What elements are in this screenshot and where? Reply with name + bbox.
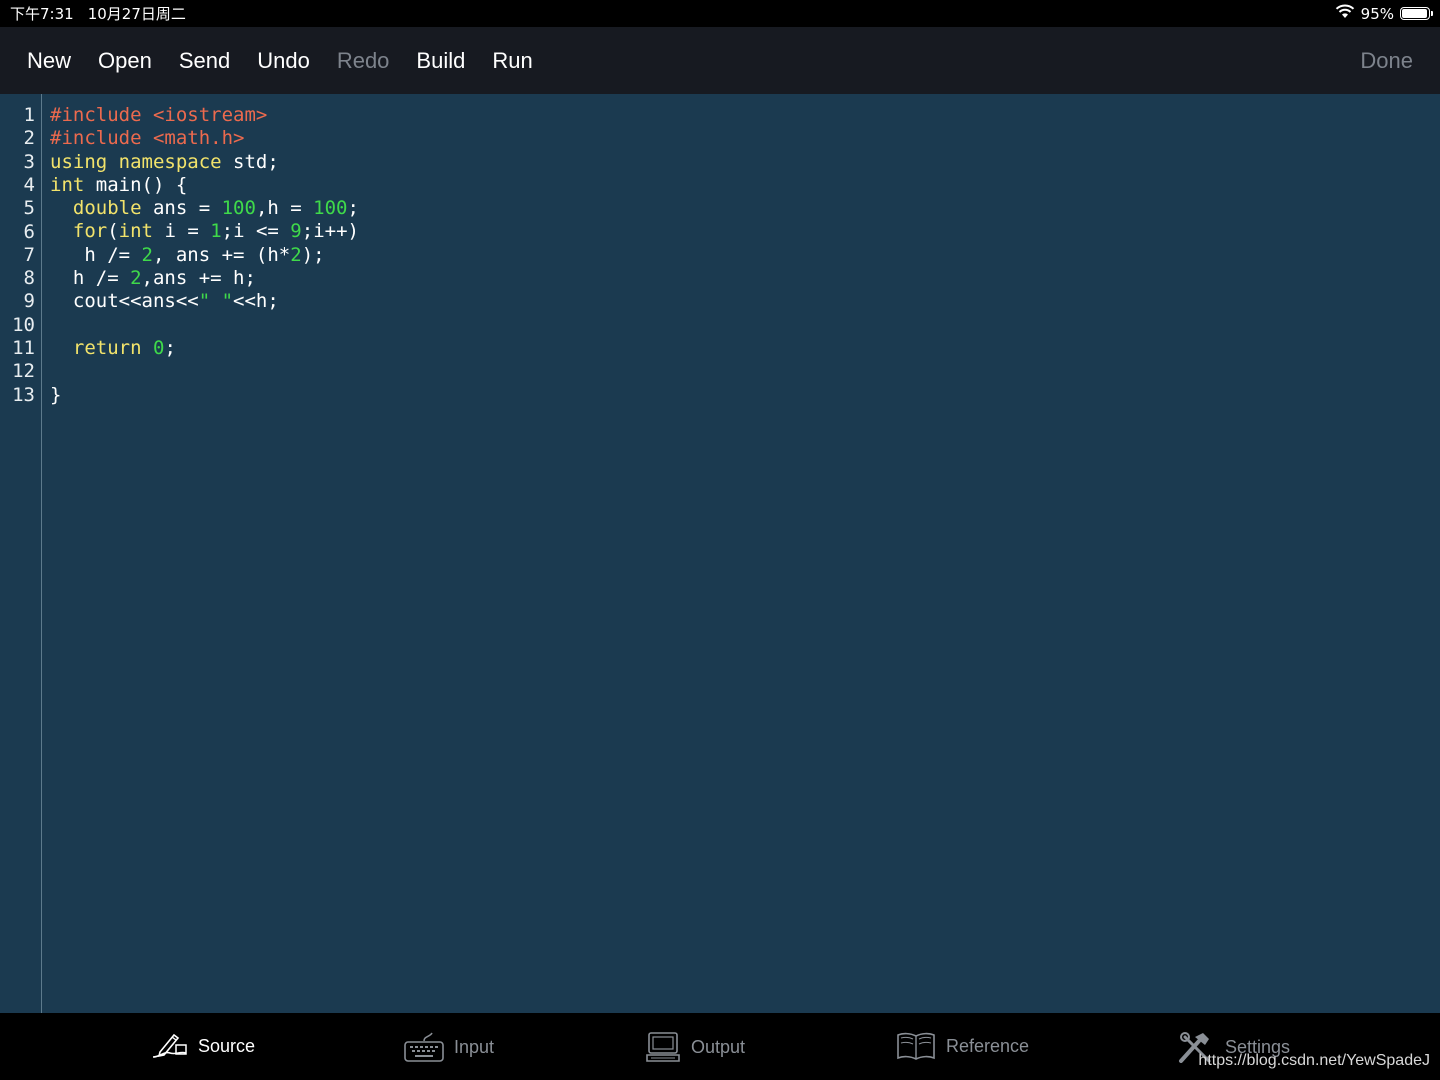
code-token: , ans += (h* xyxy=(152,243,291,266)
code-token: h /= xyxy=(50,243,142,266)
code-token: cout<<ans<< xyxy=(50,290,199,313)
code-token: 100 xyxy=(221,197,256,220)
code-line[interactable]: #include <math.h> xyxy=(50,127,359,150)
code-token: ; xyxy=(347,197,359,220)
code-token: h /= xyxy=(50,267,131,290)
code-line[interactable]: return 0; xyxy=(50,337,359,360)
book-icon xyxy=(896,1031,936,1061)
code-token: #include <iostream> xyxy=(50,104,268,126)
code-token: ,ans += h; xyxy=(141,267,256,290)
code-token: ;i <= xyxy=(221,220,291,243)
line-number: 4 xyxy=(23,173,35,196)
line-number: 8 xyxy=(23,267,35,290)
code-line[interactable]: h /= 2, ans += (h*2); xyxy=(50,244,359,267)
watermark-url: https://blog.csdn.net/YewSpadeJ xyxy=(1198,1052,1430,1069)
battery-icon xyxy=(1400,7,1433,20)
done-button[interactable]: Done xyxy=(1360,48,1413,74)
code-line[interactable]: cout<<ans<<" "<<h; xyxy=(50,290,359,313)
line-number: 6 xyxy=(23,220,35,243)
code-line[interactable]: #include <iostream> xyxy=(50,104,359,127)
keyboard-icon xyxy=(404,1031,444,1063)
line-number: 2 xyxy=(23,127,35,150)
line-number: 9 xyxy=(23,290,35,313)
code-token: <<h; xyxy=(233,290,279,313)
code-token: 9 xyxy=(290,220,302,243)
code-token: ; xyxy=(164,336,176,359)
tab-output-label: Output xyxy=(691,1036,746,1057)
code-token: i = xyxy=(153,220,211,243)
tab-output[interactable]: Output xyxy=(645,1031,745,1063)
line-number: 3 xyxy=(23,150,35,173)
new-button[interactable]: New xyxy=(27,48,71,74)
open-button[interactable]: Open xyxy=(98,48,152,74)
undo-button[interactable]: Undo xyxy=(257,48,310,74)
code-token: 100 xyxy=(313,197,348,220)
code-token: int xyxy=(118,220,153,243)
line-number: 13 xyxy=(12,383,35,406)
redo-button[interactable]: Redo xyxy=(337,48,390,74)
code-token: } xyxy=(50,383,62,406)
code-line[interactable] xyxy=(50,360,359,383)
code-line[interactable]: for(int i = 1;i <= 9;i++) xyxy=(50,220,359,243)
code-line[interactable]: } xyxy=(50,384,359,407)
tab-source[interactable]: Source xyxy=(150,1031,255,1061)
code-token: std; xyxy=(221,150,279,173)
tab-reference-label: Reference xyxy=(946,1035,1030,1056)
code-line[interactable]: h /= 2,ans += h; xyxy=(50,267,359,290)
line-number: 7 xyxy=(23,243,35,266)
line-number: 12 xyxy=(12,360,35,383)
send-button[interactable]: Send xyxy=(179,48,230,74)
code-token: ans = xyxy=(141,197,222,220)
tab-bar: Source Input Output Reference Settings h… xyxy=(0,1013,1440,1080)
line-number: 11 xyxy=(12,337,35,359)
wifi-icon xyxy=(1335,4,1355,23)
pen-icon xyxy=(150,1031,188,1061)
line-number: 1 xyxy=(23,104,35,126)
code-editor[interactable]: 1 2 3 4 5 6 7 8 9 10 11 12 13 #include <iostream> #in… xyxy=(0,94,1440,1013)
toolbar: New Open Send Undo Redo Build Run Done xyxy=(0,27,1440,94)
code-token: return xyxy=(72,336,142,359)
code-line[interactable]: using namespace std; xyxy=(50,151,359,174)
status-time: 下午7:31 xyxy=(10,5,74,23)
tab-input-label: Input xyxy=(454,1036,495,1057)
code-token: for xyxy=(72,220,108,243)
code-token: ;i++) xyxy=(301,220,359,243)
line-number-gutter: 1 2 3 4 5 6 7 8 9 10 11 12 13 xyxy=(0,94,42,1013)
status-bar: 下午7:31 10月27日周二 95% xyxy=(0,0,1440,27)
code-line[interactable]: int main() { xyxy=(50,174,359,197)
code-token: main() { xyxy=(84,173,188,196)
code-line[interactable]: double ans = 100,h = 100; xyxy=(50,197,359,220)
code-token: using namespace xyxy=(50,150,222,173)
code-token: 0 xyxy=(152,336,165,359)
tab-source-label: Source xyxy=(198,1035,256,1056)
line-number: 10 xyxy=(12,313,35,336)
code-token: 2 xyxy=(141,243,153,266)
battery-percent: 95% xyxy=(1360,4,1394,23)
code-token: int xyxy=(50,173,85,196)
computer-icon xyxy=(645,1031,681,1063)
build-button[interactable]: Build xyxy=(416,48,465,74)
status-date: 10月27日周二 xyxy=(87,5,186,23)
code-token: ,h = xyxy=(255,197,314,220)
line-number: 5 xyxy=(23,197,35,220)
code-token: 2 xyxy=(290,243,302,266)
code-token: " " xyxy=(198,290,234,313)
run-button[interactable]: Run xyxy=(492,48,532,74)
code-token: 1 xyxy=(210,220,222,243)
tab-input[interactable]: Input xyxy=(404,1031,494,1063)
code-token: ); xyxy=(301,243,325,266)
code-token: #include <math.h> xyxy=(50,127,245,150)
code-token: ( xyxy=(107,220,119,243)
battery-level xyxy=(1402,9,1427,18)
code-token: 2 xyxy=(130,267,142,290)
source-code[interactable]: #include <iostream> #include <math.h> usin… xyxy=(50,104,359,407)
code-line[interactable] xyxy=(50,314,359,337)
code-token: double xyxy=(72,197,142,220)
tab-reference[interactable]: Reference xyxy=(896,1031,1029,1061)
